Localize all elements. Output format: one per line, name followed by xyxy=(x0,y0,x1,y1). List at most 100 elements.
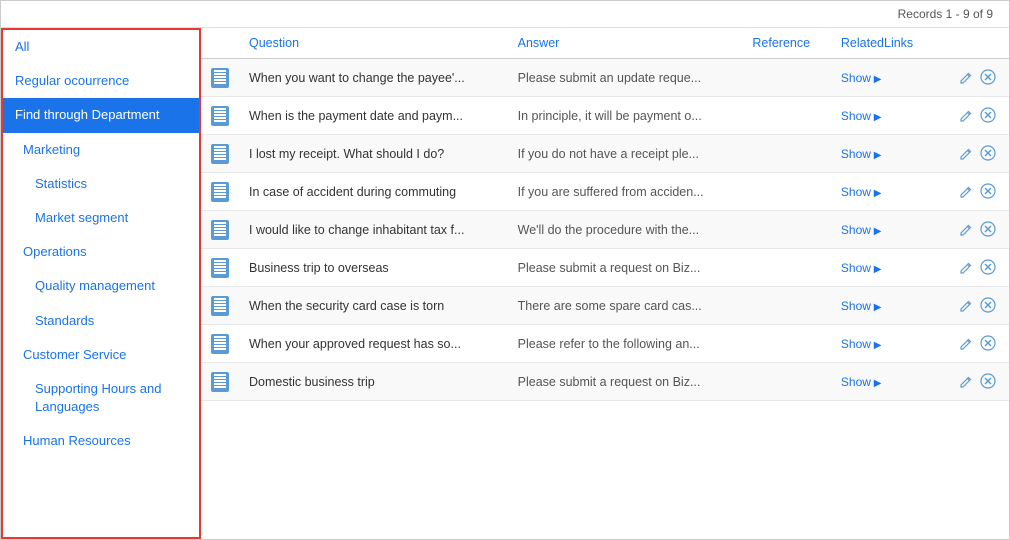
delete-button[interactable] xyxy=(977,256,999,278)
table-row: Business trip to overseasPlease submit a… xyxy=(201,249,1009,287)
related-links-cell[interactable]: Show xyxy=(831,249,936,287)
col-icon xyxy=(201,28,239,59)
edit-button[interactable] xyxy=(955,257,977,279)
answer-cell: If you do not have a receipt ple... xyxy=(508,135,743,173)
reference-cell xyxy=(742,173,831,211)
doc-icon-cell xyxy=(201,173,239,211)
edit-button[interactable] xyxy=(955,219,977,241)
edit-button[interactable] xyxy=(955,295,977,317)
answer-cell: Please submit a request on Biz... xyxy=(508,363,743,401)
col-question: Question xyxy=(239,28,508,59)
show-link[interactable]: Show xyxy=(841,337,882,351)
delete-button[interactable] xyxy=(977,370,999,392)
doc-icon-cell xyxy=(201,325,239,363)
show-link[interactable]: Show xyxy=(841,299,882,313)
delete-button[interactable] xyxy=(977,294,999,316)
question-cell: In case of accident during commuting xyxy=(239,173,508,211)
col-answer: Answer xyxy=(508,28,743,59)
table-area: Question Answer Reference RelatedLinks W… xyxy=(201,28,1009,539)
answer-cell: Please refer to the following an... xyxy=(508,325,743,363)
delete-button[interactable] xyxy=(977,332,999,354)
related-links-cell[interactable]: Show xyxy=(831,173,936,211)
related-links-cell[interactable]: Show xyxy=(831,211,936,249)
sidebar: AllRegular ocourrenceFind through Depart… xyxy=(1,28,201,539)
sidebar-item-standards[interactable]: Standards xyxy=(3,304,199,338)
show-link[interactable]: Show xyxy=(841,71,882,85)
records-bar: Records 1 - 9 of 9 xyxy=(1,1,1009,28)
question-cell: Business trip to overseas xyxy=(239,249,508,287)
sidebar-item-marketing[interactable]: Marketing xyxy=(3,133,199,167)
doc-icon xyxy=(211,182,229,202)
reference-cell xyxy=(742,59,831,97)
action-cell xyxy=(936,325,1009,363)
doc-icon-cell xyxy=(201,249,239,287)
table-row: When is the payment date and paym...In p… xyxy=(201,97,1009,135)
related-links-cell[interactable]: Show xyxy=(831,287,936,325)
main-area: AllRegular ocourrenceFind through Depart… xyxy=(1,28,1009,539)
show-link[interactable]: Show xyxy=(841,261,882,275)
faq-table: Question Answer Reference RelatedLinks W… xyxy=(201,28,1009,401)
col-reference: Reference xyxy=(742,28,831,59)
doc-icon-cell xyxy=(201,97,239,135)
doc-icon xyxy=(211,106,229,126)
reference-cell xyxy=(742,211,831,249)
show-link[interactable]: Show xyxy=(841,223,882,237)
question-cell: I would like to change inhabitant tax f.… xyxy=(239,211,508,249)
edit-button[interactable] xyxy=(955,181,977,203)
show-link[interactable]: Show xyxy=(841,147,882,161)
show-link[interactable]: Show xyxy=(841,185,882,199)
reference-cell xyxy=(742,363,831,401)
question-cell: When the security card case is torn xyxy=(239,287,508,325)
delete-button[interactable] xyxy=(977,66,999,88)
sidebar-item-regular-occurrence[interactable]: Regular ocourrence xyxy=(3,64,199,98)
reference-cell xyxy=(742,97,831,135)
sidebar-item-customer-service[interactable]: Customer Service xyxy=(3,338,199,372)
reference-cell xyxy=(742,249,831,287)
edit-button[interactable] xyxy=(955,371,977,393)
sidebar-item-all[interactable]: All xyxy=(3,30,199,64)
delete-button[interactable] xyxy=(977,104,999,126)
delete-button[interactable] xyxy=(977,218,999,240)
answer-cell: In principle, it will be payment o... xyxy=(508,97,743,135)
doc-icon xyxy=(211,296,229,316)
sidebar-item-supporting-hours[interactable]: Supporting Hours and Languages xyxy=(3,372,199,424)
sidebar-item-statistics[interactable]: Statistics xyxy=(3,167,199,201)
delete-button[interactable] xyxy=(977,180,999,202)
sidebar-item-market-segment[interactable]: Market segment xyxy=(3,201,199,235)
related-links-cell[interactable]: Show xyxy=(831,97,936,135)
sidebar-item-find-through-department[interactable]: Find through Department xyxy=(3,98,199,132)
reference-cell xyxy=(742,287,831,325)
doc-icon-cell xyxy=(201,287,239,325)
edit-button[interactable] xyxy=(955,105,977,127)
edit-button[interactable] xyxy=(955,143,977,165)
question-cell: When your approved request has so... xyxy=(239,325,508,363)
related-links-cell[interactable]: Show xyxy=(831,325,936,363)
table-row: In case of accident during commutingIf y… xyxy=(201,173,1009,211)
answer-cell: Please submit a request on Biz... xyxy=(508,249,743,287)
table-row: I would like to change inhabitant tax f.… xyxy=(201,211,1009,249)
action-cell xyxy=(936,59,1009,97)
action-cell xyxy=(936,97,1009,135)
related-links-cell[interactable]: Show xyxy=(831,135,936,173)
action-cell xyxy=(936,363,1009,401)
edit-button[interactable] xyxy=(955,333,977,355)
table-row: When you want to change the payee'...Ple… xyxy=(201,59,1009,97)
related-links-cell[interactable]: Show xyxy=(831,59,936,97)
sidebar-item-operations[interactable]: Operations xyxy=(3,235,199,269)
col-related-links: RelatedLinks xyxy=(831,28,936,59)
reference-cell xyxy=(742,135,831,173)
action-cell xyxy=(936,249,1009,287)
question-cell: Domestic business trip xyxy=(239,363,508,401)
edit-button[interactable] xyxy=(955,67,977,89)
sidebar-item-human-resources[interactable]: Human Resources xyxy=(3,424,199,458)
show-link[interactable]: Show xyxy=(841,375,882,389)
table-row: I lost my receipt. What should I do?If y… xyxy=(201,135,1009,173)
sidebar-item-quality-management[interactable]: Quality management xyxy=(3,269,199,303)
delete-button[interactable] xyxy=(977,142,999,164)
related-links-cell[interactable]: Show xyxy=(831,363,936,401)
table-row: When your approved request has so...Plea… xyxy=(201,325,1009,363)
question-cell: When you want to change the payee'... xyxy=(239,59,508,97)
doc-icon-cell xyxy=(201,59,239,97)
show-link[interactable]: Show xyxy=(841,109,882,123)
doc-icon xyxy=(211,68,229,88)
